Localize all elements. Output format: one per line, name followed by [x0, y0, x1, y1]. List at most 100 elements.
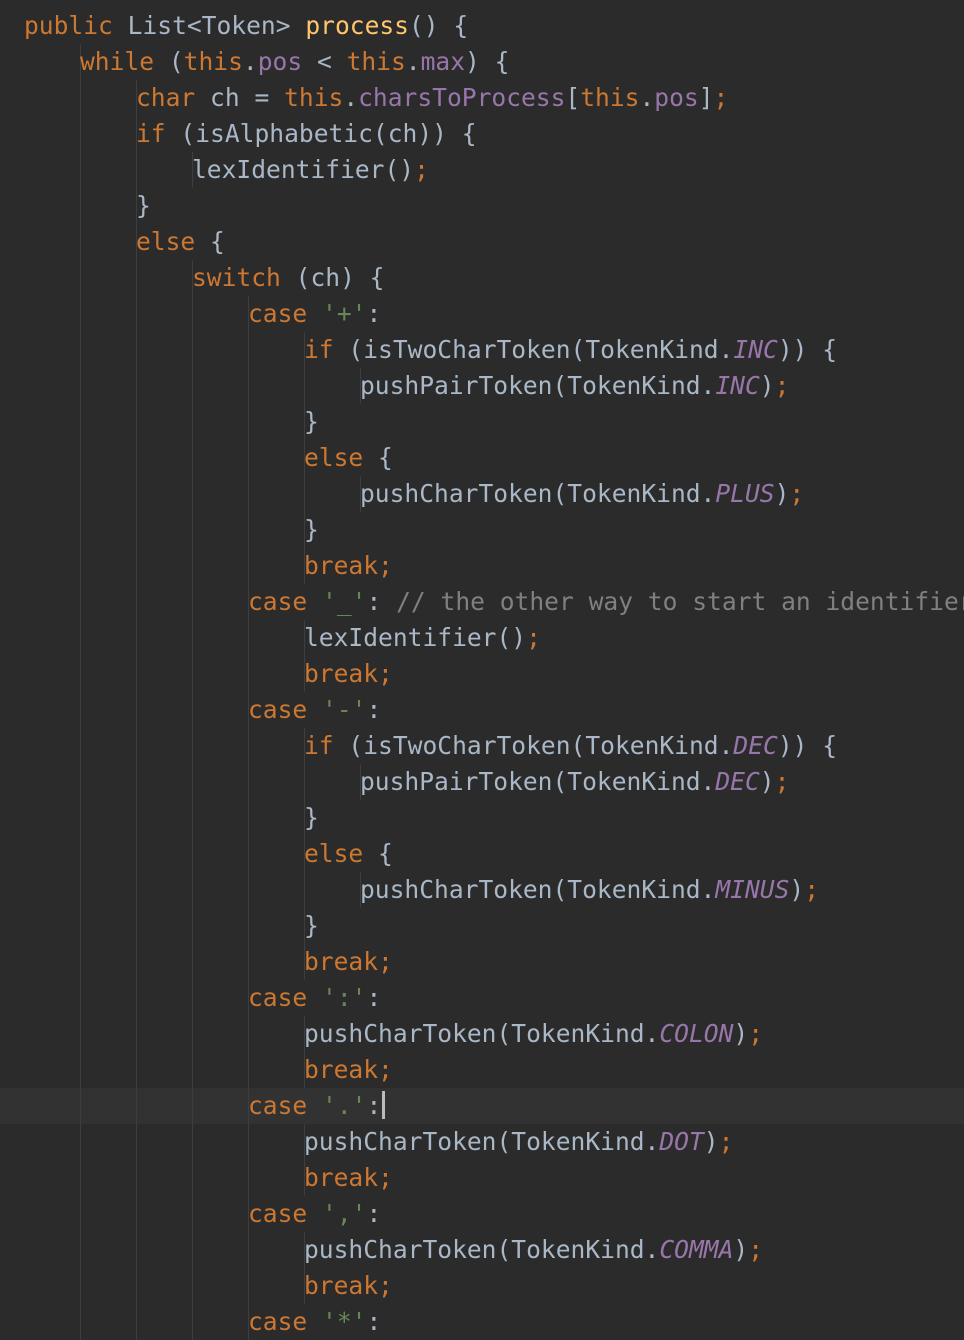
code-token: )	[733, 1019, 749, 1048]
code-token: (	[154, 47, 184, 76]
indent-guide	[136, 1052, 137, 1088]
indent-guide	[80, 1088, 81, 1124]
code-token: <	[302, 47, 347, 76]
code-line[interactable]: else {	[0, 224, 964, 260]
code-line[interactable]: break;	[0, 1052, 964, 1088]
code-line[interactable]: while (this.pos < this.max) {	[0, 44, 964, 80]
code-line[interactable]: pushPairToken(TokenKind.DEC);	[0, 764, 964, 800]
code-line[interactable]: case ',':	[0, 1196, 964, 1232]
indent-guide	[192, 584, 193, 620]
code-token: pos	[257, 47, 303, 76]
indent-guide	[248, 1160, 249, 1196]
code-token: ) {	[465, 47, 510, 76]
code-line[interactable]: if (isTwoCharToken(TokenKind.DEC)) {	[0, 728, 964, 764]
code-token: pushCharToken(TokenKind.	[304, 1127, 660, 1156]
code-token: ;	[789, 479, 805, 508]
indent-guide	[192, 728, 193, 764]
indent-guide	[80, 296, 81, 332]
code-line[interactable]: case '+':	[0, 296, 964, 332]
indent-guide	[248, 656, 249, 692]
code-line[interactable]: case ':':	[0, 980, 964, 1016]
code-line[interactable]: }	[0, 404, 964, 440]
indent-guide	[80, 836, 81, 872]
code-line[interactable]: switch (ch) {	[0, 260, 964, 296]
code-text: pushCharToken(TokenKind.PLUS);	[360, 476, 804, 512]
code-token: ]	[698, 83, 714, 112]
code-line[interactable]: if (isTwoCharToken(TokenKind.INC)) {	[0, 332, 964, 368]
indent-guide	[80, 800, 81, 836]
code-token: :	[366, 1307, 382, 1336]
code-line[interactable]: else {	[0, 836, 964, 872]
code-line[interactable]: case '.':	[0, 1088, 964, 1124]
code-line[interactable]: break;	[0, 944, 964, 980]
indent-guide	[136, 404, 137, 440]
code-text: while (this.pos < this.max) {	[80, 44, 509, 80]
code-line[interactable]: pushCharToken(TokenKind.COMMA);	[0, 1232, 964, 1268]
indent-guide	[136, 872, 137, 908]
code-token: process	[305, 11, 409, 40]
code-text: char ch = this.charsToProcess[this.pos];	[136, 80, 728, 116]
indent-guide	[80, 1052, 81, 1088]
indent-guide	[248, 1016, 249, 1052]
code-line[interactable]: }	[0, 188, 964, 224]
indent-guide	[248, 1052, 249, 1088]
code-text: if (isTwoCharToken(TokenKind.DEC)) {	[304, 728, 837, 764]
code-line[interactable]: break;	[0, 548, 964, 584]
code-line[interactable]: pushCharToken(TokenKind.DOT);	[0, 1124, 964, 1160]
indent-guide	[136, 944, 137, 980]
code-line[interactable]: break;	[0, 1268, 964, 1304]
code-line[interactable]: pushCharToken(TokenKind.PLUS);	[0, 476, 964, 512]
code-line[interactable]: case '-':	[0, 692, 964, 728]
code-line[interactable]: else {	[0, 440, 964, 476]
indent-guide	[136, 692, 137, 728]
indent-guide	[136, 620, 137, 656]
code-token: break;	[304, 659, 393, 688]
code-line[interactable]: pushPairToken(TokenKind.INC);	[0, 368, 964, 404]
code-text: break;	[304, 1268, 393, 1304]
code-token: '+'	[322, 299, 367, 328]
code-line[interactable]: pushCharToken(TokenKind.MINUS);	[0, 872, 964, 908]
code-token: case	[248, 299, 308, 328]
code-editor[interactable]: public List<Token> process() {while (thi…	[0, 0, 964, 1340]
indent-guide	[192, 620, 193, 656]
indent-guide	[248, 1268, 249, 1304]
code-token: ;	[718, 1127, 734, 1156]
code-line[interactable]: pushCharToken(TokenKind.COLON);	[0, 1016, 964, 1052]
code-text: lexIdentifier();	[304, 620, 541, 656]
code-line[interactable]: break;	[0, 656, 964, 692]
code-line[interactable]: lexIdentifier();	[0, 620, 964, 656]
code-text: }	[136, 188, 151, 224]
indent-guide	[304, 476, 305, 512]
indent-guide	[136, 1268, 137, 1304]
code-line[interactable]: break;	[0, 1160, 964, 1196]
indent-guide	[80, 620, 81, 656]
indent-guide	[248, 872, 249, 908]
code-line[interactable]: public List<Token> process() {	[0, 8, 964, 44]
indent-guide	[192, 836, 193, 872]
code-line[interactable]: char ch = this.charsToProcess[this.pos];	[0, 80, 964, 116]
indent-guide	[136, 656, 137, 692]
code-line[interactable]: }	[0, 908, 964, 944]
code-line[interactable]: }	[0, 800, 964, 836]
code-token: pushPairToken(TokenKind.	[360, 767, 716, 796]
code-line[interactable]: }	[0, 512, 964, 548]
code-line[interactable]: case '_': // the other way to start an i…	[0, 584, 964, 620]
indent-guide	[80, 548, 81, 584]
indent-guide	[80, 116, 81, 152]
code-token: case	[248, 1091, 308, 1120]
indent-guide	[248, 728, 249, 764]
code-token: )	[703, 1127, 719, 1156]
code-token: }	[304, 407, 319, 436]
code-line[interactable]: lexIdentifier();	[0, 152, 964, 188]
code-line[interactable]: if (isAlphabetic(ch)) {	[0, 116, 964, 152]
code-token: this	[580, 83, 640, 112]
indent-guide	[192, 332, 193, 368]
code-line[interactable]: case '*':	[0, 1304, 964, 1340]
code-token: break;	[304, 1271, 393, 1300]
indent-guide	[304, 368, 305, 404]
code-token: switch	[192, 263, 281, 292]
indent-guide	[192, 908, 193, 944]
